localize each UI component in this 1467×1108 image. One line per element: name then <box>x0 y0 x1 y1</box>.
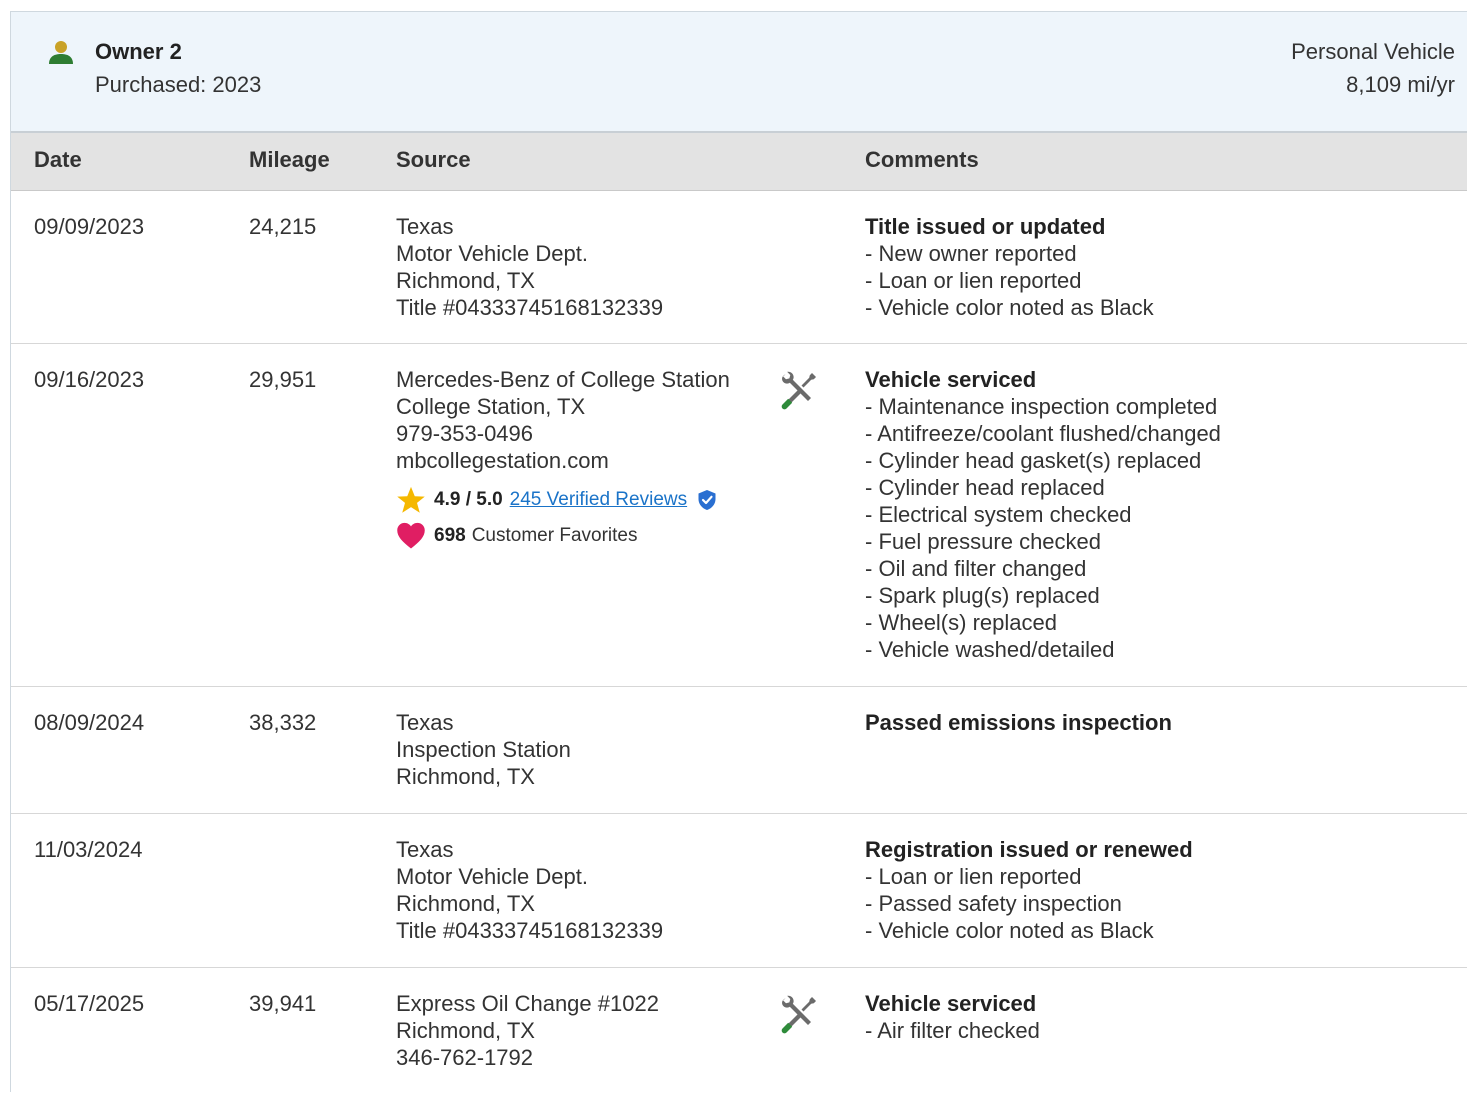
comment-title: Passed emissions inspection <box>865 710 1172 735</box>
record-mileage: 29,951 <box>249 367 317 392</box>
dealer-name: Mercedes-Benz of College Station <box>396 367 730 392</box>
record-mileage: 38,332 <box>249 710 317 735</box>
column-header-mileage[interactable]: Mileage <box>249 147 330 173</box>
vehicle-use-type: Personal Vehicle <box>1291 39 1455 64</box>
comment-item: Spark plug(s) replaced <box>865 582 1221 609</box>
record-source: Express Oil Change #1022 Richmond, TX 34… <box>396 990 659 1071</box>
heart-icon <box>397 522 425 549</box>
column-header-comments[interactable]: Comments <box>865 147 979 173</box>
record-date: 09/16/2023 <box>34 367 145 392</box>
record-comments: Passed emissions inspection <box>865 709 1172 736</box>
comment-item: Cylinder head replaced <box>865 474 1221 501</box>
comment-item: Passed safety inspection <box>865 890 1193 917</box>
source-line: Express Oil Change #1022 <box>396 991 659 1016</box>
source-line: Richmond, TX <box>396 891 535 916</box>
comment-item: Vehicle washed/detailed <box>865 636 1221 663</box>
table-header: Date Mileage Source Comments <box>11 133 1467 191</box>
comment-title: Registration issued or renewed <box>865 837 1193 862</box>
record-source: Mercedes-Benz of College Station College… <box>396 366 730 554</box>
source-line: Inspection Station <box>396 737 571 762</box>
source-line: Richmond, TX <box>396 1018 535 1043</box>
record-source: Texas Motor Vehicle Dept. Richmond, TX T… <box>396 213 663 321</box>
shield-check-icon <box>698 490 716 510</box>
comment-item: Fuel pressure checked <box>865 528 1221 555</box>
rating-row: 4.9 / 5.0 245 Verified Reviews <box>396 482 730 518</box>
record-comments: Vehicle serviced Maintenance inspection … <box>865 366 1221 663</box>
comment-item: Vehicle color noted as Black <box>865 917 1193 944</box>
comment-item: Vehicle color noted as Black <box>865 294 1153 321</box>
record-mileage: 24,215 <box>249 214 317 239</box>
wrench-screwdriver-icon <box>781 995 816 1034</box>
comment-item: New owner reported <box>865 240 1154 267</box>
table-row: 08/09/2024 38,332 Texas Inspection Stati… <box>11 687 1467 814</box>
comment-item: Loan or lien reported <box>865 863 1193 890</box>
star-icon <box>397 486 425 513</box>
column-header-date[interactable]: Date <box>34 147 82 173</box>
comment-item: Loan or lien reported <box>865 267 1154 294</box>
source-line: Richmond, TX <box>396 268 535 293</box>
rating-score: 4.9 / 5.0 <box>434 489 503 510</box>
source-line: Texas <box>396 837 454 862</box>
favorites-count: 698 <box>434 525 466 546</box>
comment-title: Title issued or updated <box>865 214 1106 239</box>
dealer-location: College Station, TX <box>396 394 586 419</box>
annual-mileage: 8,109 mi/yr <box>1346 72 1455 97</box>
record-date: 09/09/2023 <box>34 214 145 239</box>
source-line: Title #04333745168132339 <box>396 918 664 943</box>
verified-reviews-link[interactable]: 245 Verified Reviews <box>510 488 687 512</box>
owner-header: Owner 2 Purchased: 2023 Personal Vehicle… <box>11 12 1467 133</box>
source-line: Texas <box>396 214 454 239</box>
owner-history-card: Owner 2 Purchased: 2023 Personal Vehicle… <box>10 11 1467 1092</box>
record-comments: Registration issued or renewed Loan or l… <box>865 836 1193 944</box>
comment-item: Maintenance inspection completed <box>865 393 1221 420</box>
comment-title: Vehicle serviced <box>865 991 1037 1016</box>
record-comments: Vehicle serviced Air filter checked <box>865 990 1040 1044</box>
comment-item: Oil and filter changed <box>865 555 1221 582</box>
source-line: Motor Vehicle Dept. <box>396 241 588 266</box>
source-line: Title #04333745168132339 <box>396 295 664 320</box>
dealer-website: mbcollegestation.com <box>396 448 609 473</box>
comment-item: Cylinder head gasket(s) replaced <box>865 447 1221 474</box>
owner-name: Owner 2 <box>95 39 182 64</box>
source-line: Richmond, TX <box>396 764 535 789</box>
record-date: 05/17/2025 <box>34 991 145 1016</box>
comment-item: Wheel(s) replaced <box>865 609 1221 636</box>
table-row: 11/03/2024 Texas Motor Vehicle Dept. Ric… <box>11 814 1467 968</box>
owner-purchased-year: Purchased: 2023 <box>95 72 262 97</box>
wrench-screwdriver-icon <box>781 371 816 410</box>
comment-title: Vehicle serviced <box>865 367 1037 392</box>
record-date: 08/09/2024 <box>34 710 145 735</box>
source-line: Motor Vehicle Dept. <box>396 864 588 889</box>
favorites-row: 698 Customer Favorites <box>396 518 730 554</box>
comment-item: Electrical system checked <box>865 501 1221 528</box>
table-row: 09/16/2023 29,951 Mercedes-Benz of Colle… <box>11 344 1467 687</box>
source-line: Texas <box>396 710 454 735</box>
comment-item: Air filter checked <box>865 1017 1040 1044</box>
column-header-source[interactable]: Source <box>396 147 471 173</box>
person-icon <box>49 41 73 64</box>
favorites-label: Customer Favorites <box>471 525 638 546</box>
record-date: 11/03/2024 <box>34 837 143 862</box>
record-mileage: 39,941 <box>249 991 317 1016</box>
record-comments: Title issued or updated New owner report… <box>865 213 1154 321</box>
dealer-phone: 979-353-0496 <box>396 421 534 446</box>
table-row: 05/17/2025 39,941 Express Oil Change #10… <box>11 968 1467 1108</box>
dealer-ratings: 4.9 / 5.0 245 Verified Reviews 698 Custo… <box>396 482 730 554</box>
record-source: Texas Inspection Station Richmond, TX <box>396 709 571 790</box>
table-row: 09/09/2023 24,215 Texas Motor Vehicle De… <box>11 191 1467 344</box>
record-source: Texas Motor Vehicle Dept. Richmond, TX T… <box>396 836 663 944</box>
comment-item: Antifreeze/coolant flushed/changed <box>865 420 1221 447</box>
